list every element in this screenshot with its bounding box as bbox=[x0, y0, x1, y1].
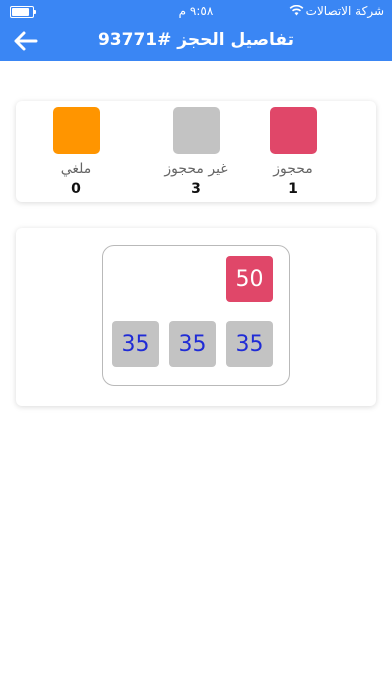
wifi-icon bbox=[289, 5, 304, 16]
status-bar: ٩:٥٨ م شركة الاتصالات bbox=[0, 4, 392, 20]
legend-unbooked-count: 3 bbox=[191, 181, 201, 197]
legend-cancelled-swatch bbox=[52, 107, 100, 154]
seat-free[interactable]: 35 bbox=[112, 321, 159, 367]
seat-legend-card: محجوز 1 غير محجوز 3 ملغي 0 bbox=[16, 101, 376, 202]
legend-booked: محجوز 1 bbox=[253, 107, 333, 197]
legend-cancelled-label: ملغي bbox=[60, 161, 92, 177]
seat-free[interactable]: 35 bbox=[169, 321, 216, 367]
legend-booked-label: محجوز bbox=[273, 161, 313, 177]
app-header: ٩:٥٨ م شركة الاتصالات تفاصيل الحجز #9377… bbox=[0, 0, 392, 61]
legend-unbooked-swatch bbox=[172, 107, 220, 154]
legend-cancelled-count: 0 bbox=[71, 181, 81, 197]
carrier-name: شركة الاتصالات bbox=[305, 4, 384, 18]
seat-free[interactable]: 35 bbox=[226, 321, 273, 367]
legend-unbooked-label: غير محجوز bbox=[164, 161, 228, 177]
legend-booked-swatch bbox=[269, 107, 317, 154]
page-title: تفاصيل الحجز #93771 bbox=[97, 30, 295, 50]
seat-booked[interactable]: 50 bbox=[226, 256, 273, 302]
seat-map-frame: 50 35 35 35 bbox=[102, 245, 290, 386]
legend-booked-count: 1 bbox=[288, 181, 298, 197]
seat-map-card: 50 35 35 35 bbox=[16, 228, 376, 406]
legend-unbooked: غير محجوز 3 bbox=[156, 107, 236, 197]
legend-cancelled: ملغي 0 bbox=[36, 107, 116, 197]
